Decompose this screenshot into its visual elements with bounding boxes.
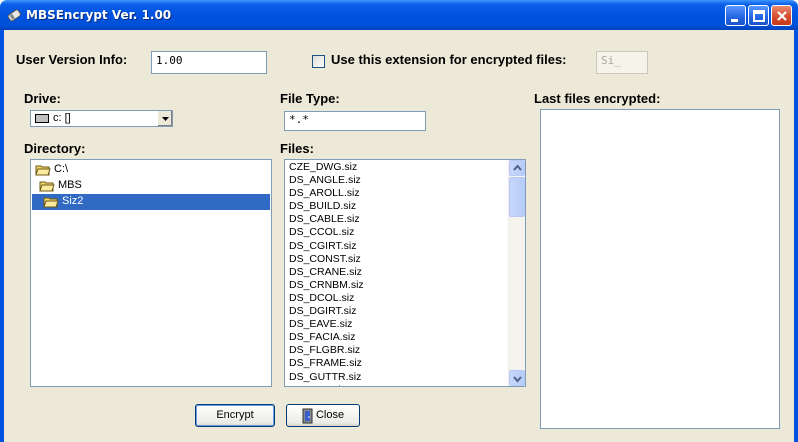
files-list[interactable]: CZE_DWG.siz DS_ANGLE.siz DS_AROLL.siz DS_BU…: [284, 159, 526, 387]
file-type-label: File Type:: [280, 91, 340, 106]
drive-label: Drive:: [24, 91, 61, 106]
file-list-item[interactable]: DS_CRNBM.siz: [285, 279, 509, 292]
file-list-item[interactable]: DS_AROLL.siz: [285, 187, 509, 200]
file-list-item[interactable]: DS_BUILD.siz: [285, 200, 509, 213]
open-folder-icon: [35, 165, 51, 176]
drive-icon: [35, 114, 49, 123]
window-title: MBSEncrypt Ver. 1.00: [26, 8, 172, 22]
last-files-label: Last files encrypted:: [534, 91, 661, 106]
extension-label: Use this extension for encrypted files:: [331, 52, 567, 67]
dir-item-siz2[interactable]: Siz2: [31, 193, 271, 211]
extension-input[interactable]: Si_: [596, 51, 648, 74]
maximize-button[interactable]: [748, 5, 769, 26]
encrypt-button[interactable]: Encrypt: [195, 404, 275, 427]
scroll-thumb[interactable]: [509, 177, 525, 217]
window-frame-right: [794, 30, 798, 442]
drive-dropdown-button[interactable]: [157, 111, 172, 126]
encrypt-button-label: Encrypt: [216, 409, 254, 421]
file-type-input[interactable]: *.*: [284, 111, 426, 131]
file-list-item[interactable]: DS_CGIRT.siz: [285, 240, 509, 253]
title-bar: MBSEncrypt Ver. 1.00: [0, 0, 798, 30]
app-icon: [7, 9, 21, 22]
close-window-button[interactable]: [771, 5, 792, 26]
open-folder-icon: [39, 181, 55, 192]
dir-item-mbs[interactable]: MBS: [37, 178, 137, 194]
file-list-item[interactable]: CZE_DWG.siz: [285, 161, 509, 174]
file-list-item[interactable]: DS_GUTTR.siz: [285, 371, 509, 384]
extension-checkbox[interactable]: [312, 55, 325, 68]
minimize-icon: [731, 19, 738, 22]
files-scrollbar[interactable]: [508, 160, 525, 386]
version-input[interactable]: 1.00: [151, 51, 267, 74]
last-files-list[interactable]: [540, 109, 780, 429]
close-icon: [777, 11, 787, 21]
scroll-down-button[interactable]: [509, 370, 525, 386]
file-list-item[interactable]: DS_FRAME.siz: [285, 357, 509, 370]
chevron-up-icon: [513, 164, 522, 171]
scroll-up-button[interactable]: [509, 160, 525, 176]
dir-item-root[interactable]: C:\: [33, 162, 133, 178]
file-list-item[interactable]: DS_HHP.siz: [285, 384, 509, 386]
directory-list[interactable]: C:\ MBS Siz2: [30, 159, 272, 387]
file-list-item[interactable]: DS_CCOL.siz: [285, 226, 509, 239]
client-area: User Version Info: 1.00 Use this extensi…: [4, 30, 794, 442]
file-list-item[interactable]: DS_FLGBR.siz: [285, 344, 509, 357]
close-button-label: Close: [315, 409, 345, 421]
files-label: Files:: [280, 141, 314, 156]
open-folder-icon: [43, 197, 59, 208]
door-exit-icon: [302, 408, 313, 424]
close-button[interactable]: Close: [286, 404, 360, 427]
chevron-down-icon: [513, 376, 522, 383]
file-list-item[interactable]: DS_DCOL.siz: [285, 292, 509, 305]
file-list-item[interactable]: DS_FACIA.siz: [285, 331, 509, 344]
directory-label: Directory:: [24, 141, 86, 156]
file-list-item[interactable]: DS_CRANE.siz: [285, 266, 509, 279]
drive-select[interactable]: c: []: [30, 110, 173, 127]
file-list-item[interactable]: DS_CABLE.siz: [285, 213, 509, 226]
minimize-button[interactable]: [725, 5, 746, 26]
maximize-icon: [753, 10, 765, 22]
file-list-item[interactable]: DS_EAVE.siz: [285, 318, 509, 331]
drive-selected: c: []: [53, 112, 71, 124]
version-label: User Version Info:: [16, 52, 128, 67]
file-list-item[interactable]: DS_CONST.siz: [285, 253, 509, 266]
chevron-down-icon: [162, 117, 169, 121]
file-list-item[interactable]: DS_DGIRT.siz: [285, 305, 509, 318]
file-list-item[interactable]: DS_ANGLE.siz: [285, 174, 509, 187]
